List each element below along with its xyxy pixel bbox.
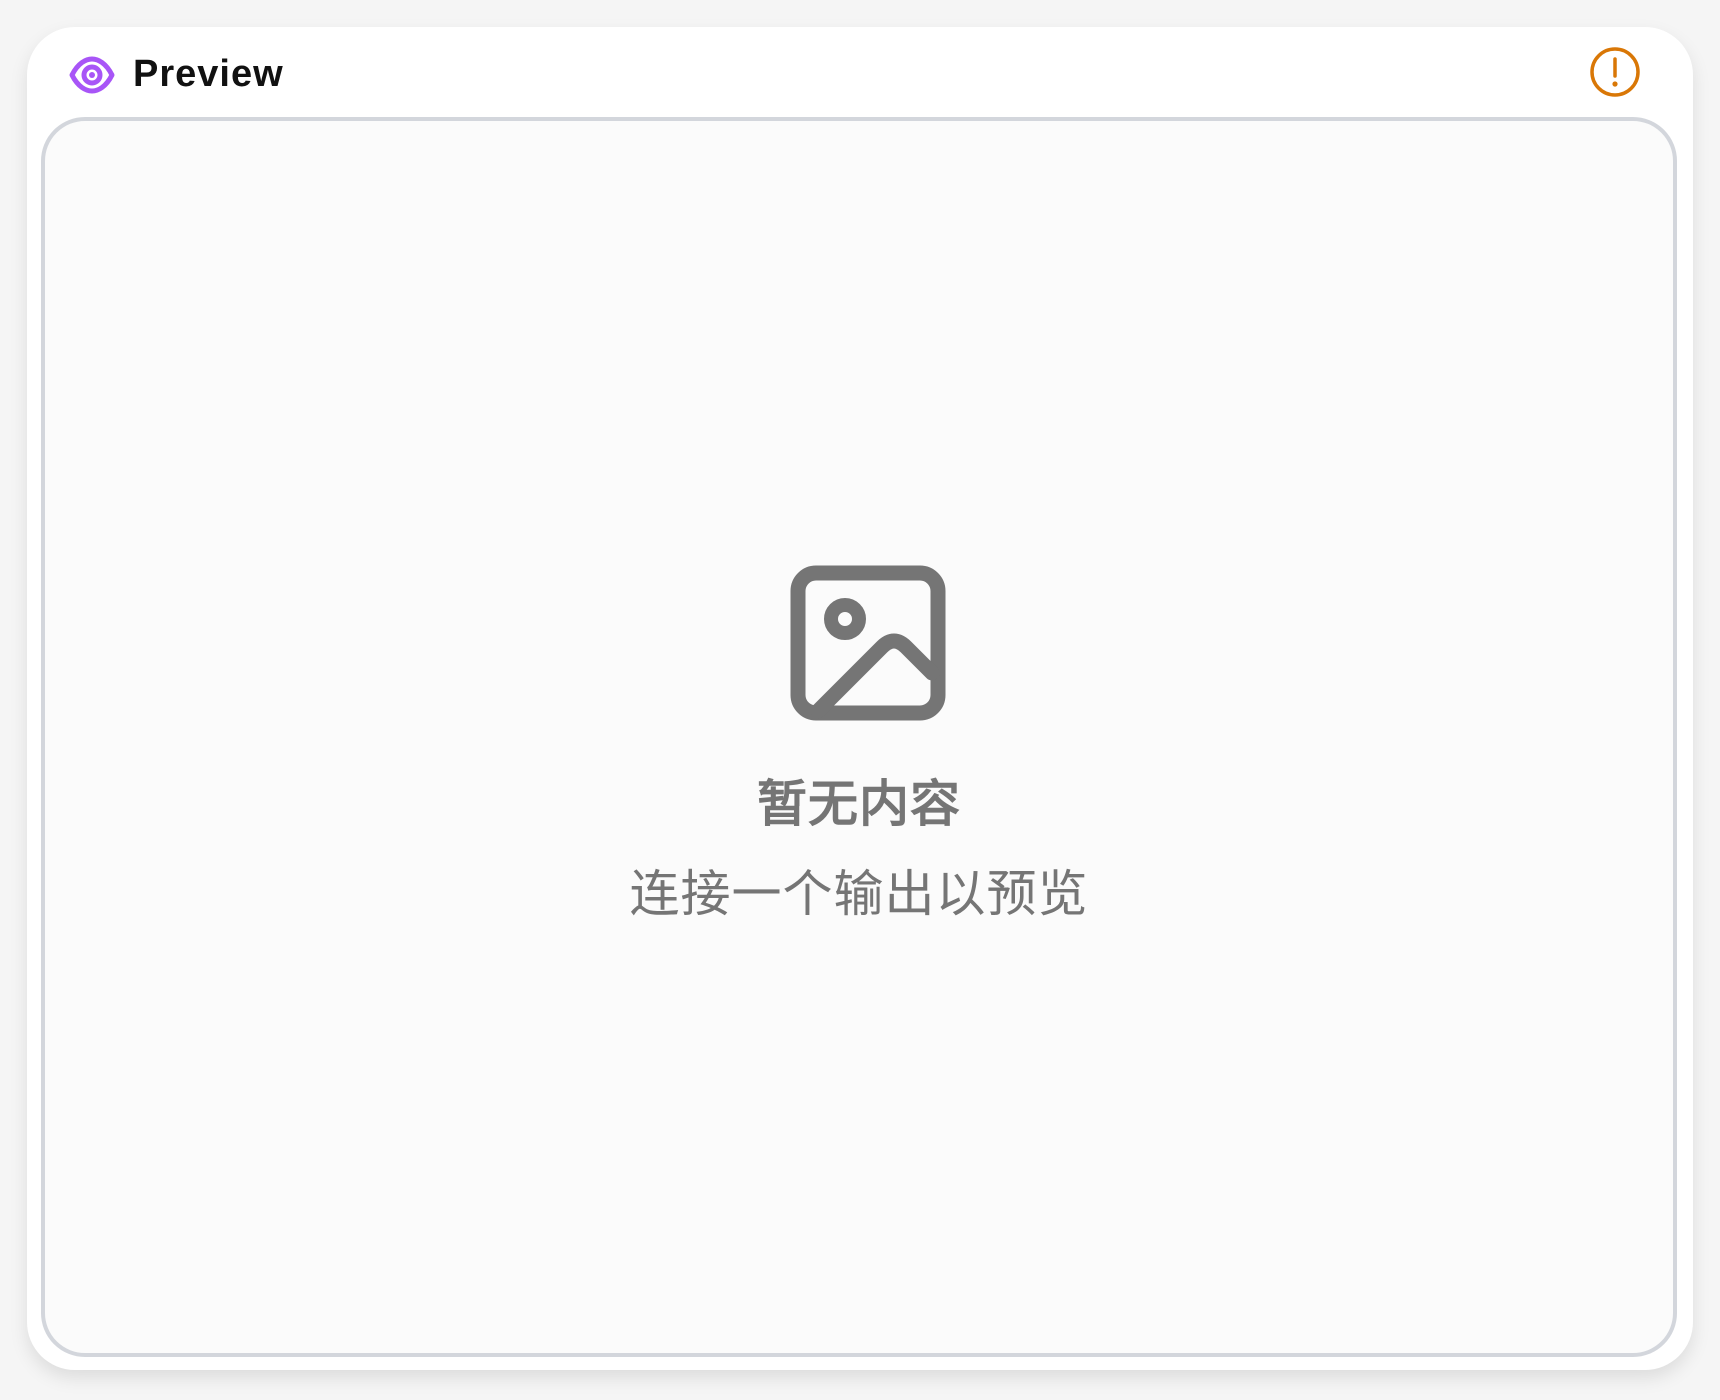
image-icon	[790, 565, 946, 721]
preview-node-card[interactable]: Preview 暂无内容 连接一个输出以预览	[27, 27, 1693, 1370]
eye-icon	[69, 56, 115, 94]
warning-icon[interactable]	[1588, 45, 1642, 99]
empty-state: 暂无内容 连接一个输出以预览	[45, 121, 1673, 1353]
node-header: Preview	[27, 27, 1693, 117]
empty-state-title: 暂无内容	[757, 776, 961, 832]
preview-area: 暂无内容 连接一个输出以预览	[41, 117, 1677, 1357]
empty-state-subtitle: 连接一个输出以预览	[629, 866, 1089, 922]
node-title: Preview	[133, 53, 284, 95]
